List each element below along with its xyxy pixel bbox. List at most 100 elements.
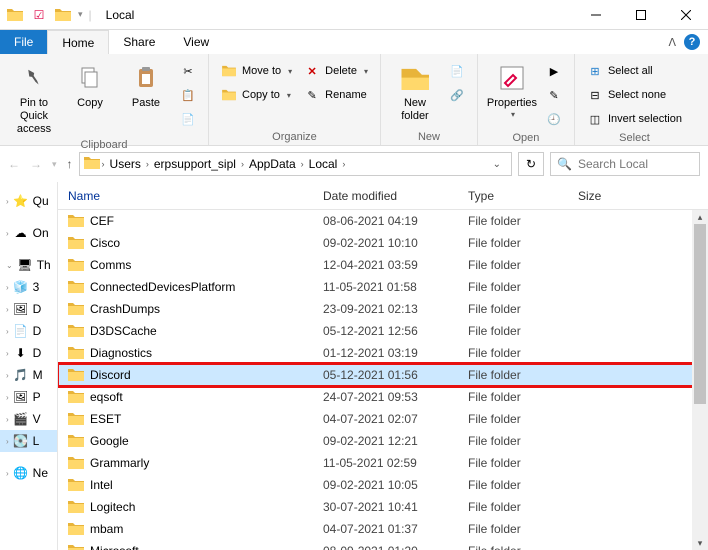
tree-item[interactable]: ›🖼D (0, 298, 57, 320)
path-dropdown-icon[interactable]: ⌄ (493, 159, 507, 170)
back-button[interactable]: ← (8, 157, 20, 171)
delete-button[interactable]: ✕Delete▾ (300, 60, 372, 82)
minimize-button[interactable] (573, 0, 618, 30)
table-row[interactable]: Grammarly 11-05-2021 02:59 File folder (58, 452, 708, 474)
ribbon-tabs: File Home Share View ᐱ ? (0, 30, 708, 54)
refresh-button[interactable]: ↻ (518, 152, 544, 176)
column-name[interactable]: Name (58, 189, 313, 203)
file-date: 11-05-2021 01:58 (313, 280, 458, 294)
folder-icon (68, 522, 84, 536)
qat-properties-icon[interactable]: ☑ (30, 6, 48, 24)
open-button[interactable]: ▶ (542, 60, 566, 82)
qat-newfolder-icon[interactable] (54, 6, 72, 24)
doc-icon: 📄 (13, 323, 29, 339)
tree-item[interactable]: ›💽L (0, 430, 57, 452)
copy-button[interactable]: Copy (64, 58, 116, 110)
tree-item[interactable]: ›⬇D (0, 342, 57, 364)
move-to-button[interactable]: Move to▾ (217, 60, 296, 82)
new-folder-button[interactable]: New folder (389, 58, 441, 123)
file-date: 24-07-2021 09:53 (313, 390, 458, 404)
tree-item[interactable]: ›🧊3 (0, 276, 57, 298)
copyto-icon (221, 87, 237, 103)
breadcrumb[interactable]: › Users› erpsupport_sipl› AppData› Local… (79, 152, 512, 176)
rename-button[interactable]: ✎Rename (300, 84, 372, 106)
table-row[interactable]: D3DSCache 05-12-2021 12:56 File folder (58, 320, 708, 342)
help-icon[interactable]: ? (684, 34, 700, 50)
qat-dropdown-icon[interactable]: ▾ (78, 9, 83, 20)
ribbon-collapse-icon[interactable]: ᐱ (668, 36, 676, 49)
close-button[interactable] (663, 0, 708, 30)
table-row[interactable]: Comms 12-04-2021 03:59 File folder (58, 254, 708, 276)
qat-folder-icon[interactable] (6, 6, 24, 24)
breadcrumb-seg[interactable]: erpsupport_sipl (151, 157, 239, 171)
tree-item[interactable]: ›📄D (0, 320, 57, 342)
breadcrumb-seg[interactable]: Local (306, 157, 341, 171)
tree-item[interactable]: ›⭐Qu (0, 190, 57, 212)
maximize-button[interactable] (618, 0, 663, 30)
tab-share[interactable]: Share (109, 30, 169, 54)
table-row[interactable]: Microsoft 08-09-2021 01:20 File folder (58, 540, 708, 550)
easy-access-button[interactable]: 🔗 (445, 84, 469, 106)
navigation-pane[interactable]: ›⭐Qu ›☁On ⌄🖥Th›🧊3›🖼D›📄D›⬇D›🎵M›🖼P›🎬V›💽L ›🌐Ne (0, 182, 58, 550)
column-type[interactable]: Type (458, 189, 568, 203)
cut-button[interactable]: ✂ (176, 60, 200, 82)
table-row[interactable]: ESET 04-07-2021 02:07 File folder (58, 408, 708, 430)
scroll-down-icon[interactable]: ▾ (692, 536, 708, 550)
tree-item[interactable]: ›🎬V (0, 408, 57, 430)
folder-icon (84, 156, 100, 173)
file-date: 04-07-2021 01:37 (313, 522, 458, 536)
paste-button[interactable]: Paste (120, 58, 172, 110)
table-row[interactable]: eqsoft 24-07-2021 09:53 File folder (58, 386, 708, 408)
table-row[interactable]: Cisco 09-02-2021 10:10 File folder (58, 232, 708, 254)
breadcrumb-seg[interactable]: Users (107, 157, 144, 171)
table-row[interactable]: Intel 09-02-2021 10:05 File folder (58, 474, 708, 496)
pin-quick-access-button[interactable]: Pin to Quick access (8, 58, 60, 137)
file-date: 08-09-2021 01:20 (313, 544, 458, 550)
table-row[interactable]: CrashDumps 23-09-2021 02:13 File folder (58, 298, 708, 320)
tree-item[interactable]: ›🖼P (0, 386, 57, 408)
scroll-thumb[interactable] (694, 224, 706, 404)
select-all-button[interactable]: ⊞Select all (583, 60, 686, 82)
easyaccess-icon: 🔗 (449, 87, 465, 103)
recent-dropdown[interactable]: ▾ (52, 159, 57, 170)
table-row[interactable]: Diagnostics 01-12-2021 03:19 File folder (58, 342, 708, 364)
scrollbar[interactable]: ▴ ▾ (692, 210, 708, 550)
table-row[interactable]: CEF 08-06-2021 04:19 File folder (58, 210, 708, 232)
tab-file[interactable]: File (0, 30, 47, 54)
select-none-button[interactable]: ⊟Select none (583, 84, 686, 106)
file-date: 11-05-2021 02:59 (313, 456, 458, 470)
tree-item[interactable]: ›🌐Ne (0, 462, 57, 484)
copy-path-button[interactable]: 📋 (176, 84, 200, 106)
breadcrumb-seg[interactable]: AppData (246, 157, 299, 171)
invert-selection-button[interactable]: ◫Invert selection (583, 108, 686, 130)
table-row[interactable]: Discord 05-12-2021 01:56 File folder (58, 364, 708, 386)
tab-view[interactable]: View (169, 30, 223, 54)
column-size[interactable]: Size (568, 189, 638, 203)
copy-to-button[interactable]: Copy to▾ (217, 84, 296, 106)
download-icon: ⬇ (13, 345, 29, 361)
table-row[interactable]: Logitech 30-07-2021 10:41 File folder (58, 496, 708, 518)
search-input[interactable]: 🔍 Search Local (550, 152, 700, 176)
delete-icon: ✕ (304, 63, 320, 79)
star-icon: ⭐ (13, 193, 29, 209)
up-button[interactable]: ↑ (67, 157, 73, 171)
forward-button[interactable]: → (30, 157, 42, 171)
file-type: File folder (458, 368, 568, 382)
file-date: 09-02-2021 10:05 (313, 478, 458, 492)
edit-button[interactable]: ✎ (542, 84, 566, 106)
table-row[interactable]: mbam 04-07-2021 01:37 File folder (58, 518, 708, 540)
new-item-button[interactable]: 📄 (445, 60, 469, 82)
properties-button[interactable]: Properties▾ (486, 58, 538, 120)
tab-home[interactable]: Home (47, 30, 109, 54)
tree-item[interactable]: ⌄🖥Th (0, 254, 57, 276)
tree-item[interactable]: ›☁On (0, 222, 57, 244)
paste-shortcut-button[interactable]: 📄 (176, 108, 200, 130)
history-button[interactable]: 🕘 (542, 108, 566, 130)
table-row[interactable]: ConnectedDevicesPlatform 11-05-2021 01:5… (58, 276, 708, 298)
tree-item[interactable]: ›🎵M (0, 364, 57, 386)
folder-icon (68, 500, 84, 514)
column-date[interactable]: Date modified (313, 189, 458, 203)
folder-icon (68, 478, 84, 492)
table-row[interactable]: Google 09-02-2021 12:21 File folder (58, 430, 708, 452)
scroll-up-icon[interactable]: ▴ (692, 210, 708, 224)
